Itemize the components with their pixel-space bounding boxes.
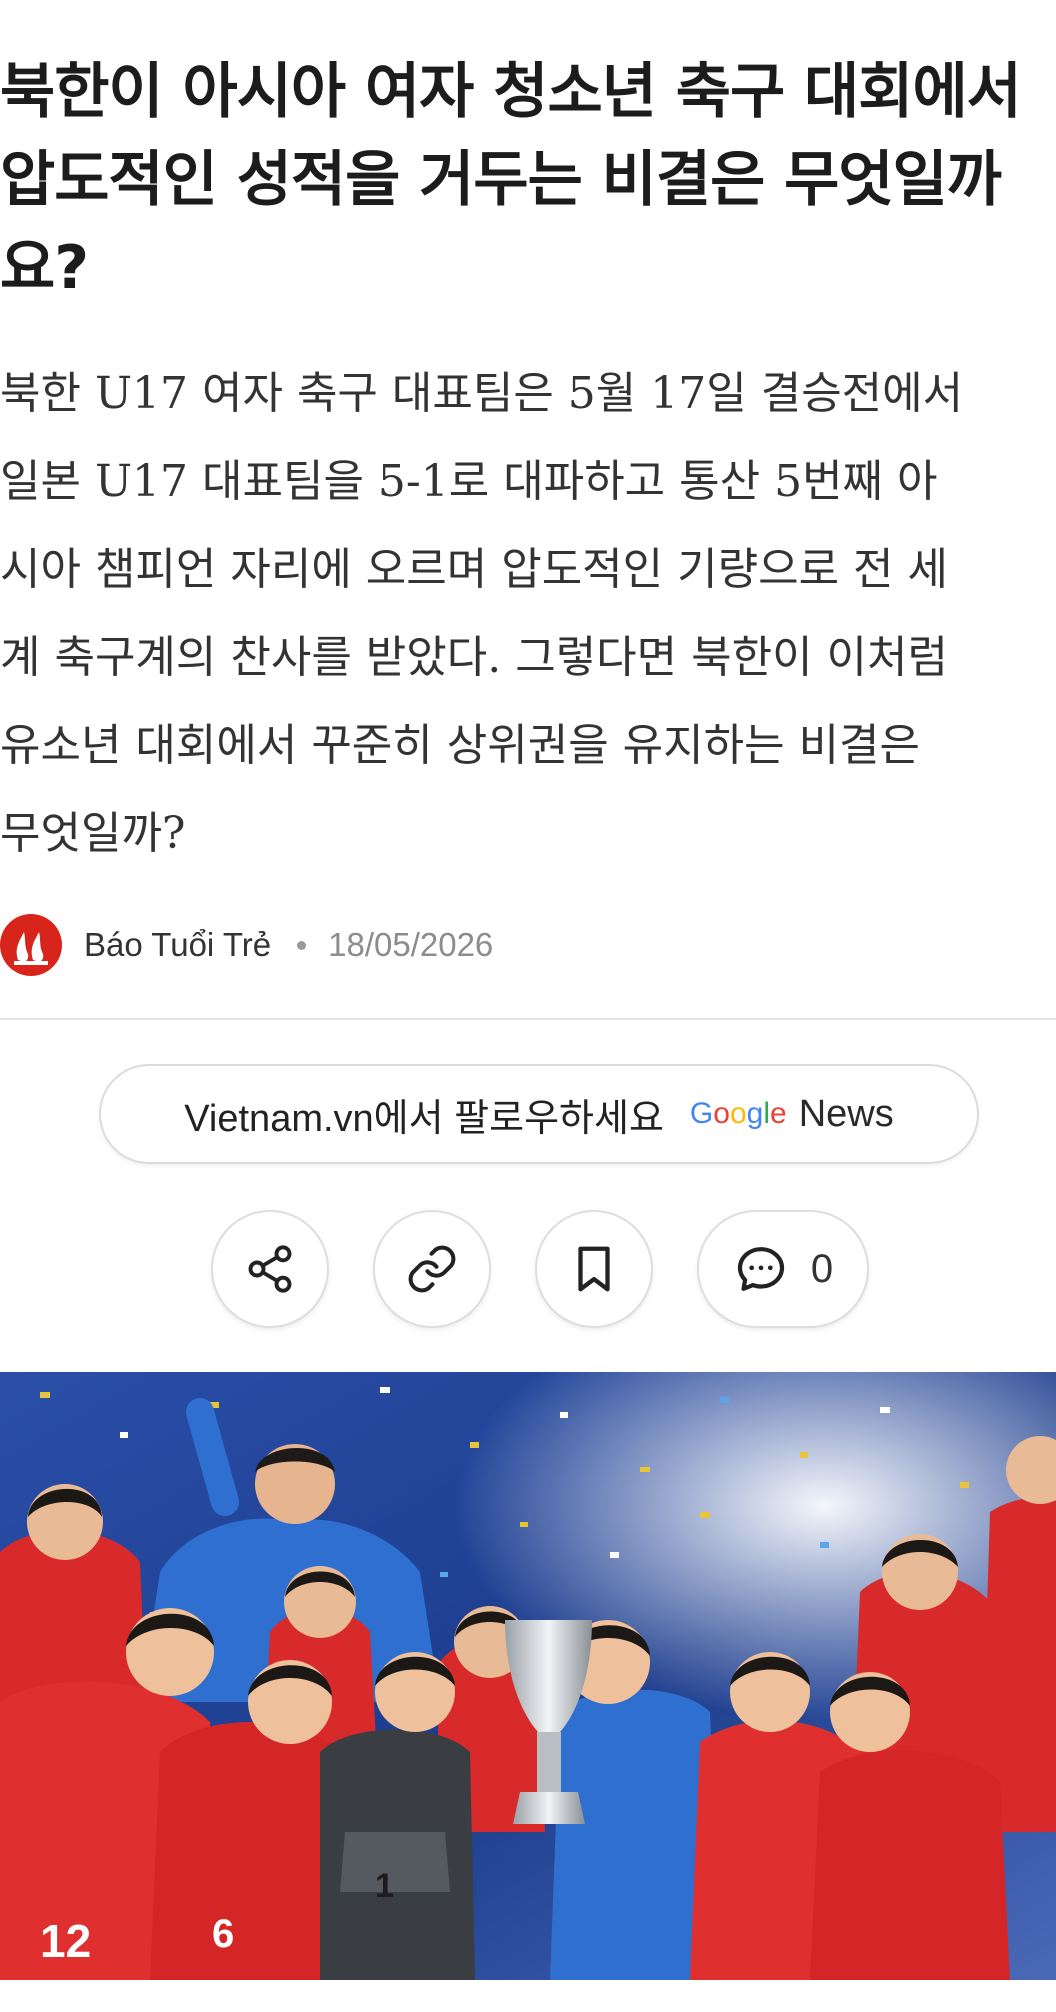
article-photo[interactable]: 12 6 1 xyxy=(0,1372,1056,1980)
meta-separator-dot xyxy=(297,940,307,950)
google-letter: o xyxy=(729,1097,747,1130)
follow-google-news-button[interactable]: Vietnam.vn에서 팔로우하세요 Google News xyxy=(99,1064,979,1164)
article-page: 북한이 아시아 여자 청소년 축구 대회에서 압도적인 성적을 거두는 비결은 … xyxy=(0,0,1056,2012)
jersey-number: 12 xyxy=(40,1915,91,1967)
source-name[interactable]: Báo Tuổi Trẻ xyxy=(84,926,271,964)
google-letter: l xyxy=(763,1097,770,1130)
bookmark-icon xyxy=(578,1246,610,1292)
google-wordmark: Google xyxy=(690,1097,787,1131)
google-letter: G xyxy=(689,1097,714,1130)
google-letter: g xyxy=(746,1097,764,1130)
source-logo-icon[interactable] xyxy=(0,914,62,976)
google-letter: e xyxy=(770,1097,787,1130)
share-button[interactable] xyxy=(211,1210,329,1328)
article-title: 북한이 아시아 여자 청소년 축구 대회에서 압도적인 성적을 거두는 비결은 … xyxy=(0,57,1022,303)
divider xyxy=(0,1018,1056,1020)
publish-date: 18/05/2026 xyxy=(328,926,494,963)
bookmark-button[interactable] xyxy=(535,1210,653,1328)
share-icon xyxy=(248,1245,292,1293)
article-actions: 0 xyxy=(0,1210,1056,1328)
article-meta: Báo Tuổi Trẻ 18/05/2026 xyxy=(0,914,1056,976)
comment-count: 0 xyxy=(810,1246,834,1291)
comment-button[interactable]: 0 xyxy=(697,1210,869,1328)
follow-label: Vietnam.vn에서 팔로우하세요 xyxy=(184,1097,664,1140)
link-icon xyxy=(408,1245,456,1293)
article-lede: 북한 U17 여자 축구 대표팀은 5월 17일 결승전에서 일본 U17 대표… xyxy=(0,368,964,859)
copy-link-button[interactable] xyxy=(373,1210,491,1328)
news-label: News xyxy=(798,1092,894,1135)
jersey-number: 1 xyxy=(375,1867,394,1905)
team-celebration-photo: 12 6 1 xyxy=(0,1372,1056,1980)
comment-icon xyxy=(737,1247,784,1291)
jersey-number: 6 xyxy=(212,1912,234,1956)
google-letter: o xyxy=(713,1097,730,1130)
